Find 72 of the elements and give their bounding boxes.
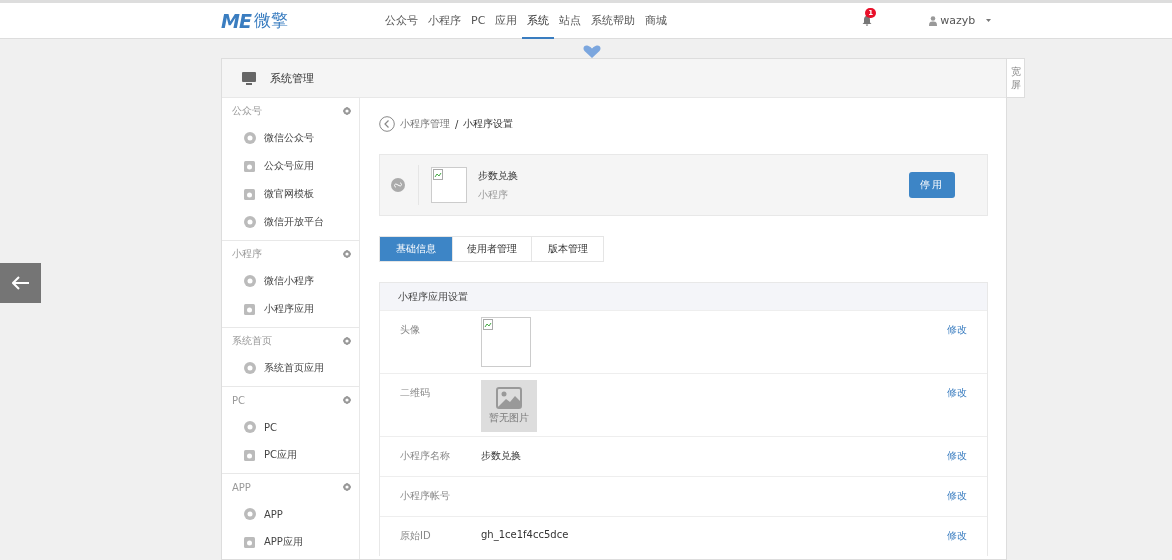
broken-image-icon: [483, 319, 493, 330]
circle-app-icon: [244, 132, 256, 144]
breadcrumb-separator: /: [455, 118, 459, 130]
sidebar-group-title: 公众号: [232, 104, 262, 118]
nav-tab[interactable]: 系统帮助: [586, 3, 641, 39]
field-label: 原始ID: [400, 529, 432, 543]
edit-link[interactable]: 修改: [947, 529, 967, 543]
sidebar-item[interactable]: 系统首页应用: [222, 354, 359, 382]
sidebar-item[interactable]: 微官网模板: [222, 180, 359, 208]
sidebar-group-title: APP: [232, 481, 251, 493]
sidebar-item[interactable]: 微信小程序: [222, 267, 359, 295]
field-label: 小程序名称: [400, 449, 451, 463]
app-name: 步数兑换: [478, 168, 519, 183]
placeholder-text: 暂无图片: [489, 411, 529, 425]
edit-link[interactable]: 修改: [947, 323, 967, 337]
nav-tab[interactable]: 系统: [522, 3, 555, 39]
field-value: 步数兑换: [481, 450, 521, 461]
disable-button[interactable]: 停用: [909, 172, 955, 198]
field-label: 头像: [400, 323, 421, 337]
settings-icon[interactable]: [343, 396, 351, 404]
settings-icon[interactable]: [343, 250, 351, 258]
settings-title: 小程序应用设置: [398, 289, 468, 304]
picture-icon: [496, 387, 522, 409]
sidebar-group-title: 系统首页: [232, 334, 272, 348]
circle-app-icon: [244, 362, 256, 374]
sidebar-group-title: 小程序: [232, 247, 262, 261]
sidebar-item[interactable]: 公众号应用: [222, 152, 359, 180]
nav-tab[interactable]: PC: [466, 3, 491, 39]
wide-screen-button[interactable]: 宽屏: [1007, 58, 1025, 98]
back-circle-icon[interactable]: [379, 116, 395, 132]
logo-mark: ME: [221, 9, 251, 32]
sidebar-item[interactable]: PC应用: [222, 441, 359, 469]
field-value: gh_1ce1f4cc5dce: [481, 529, 569, 540]
sidebar-item[interactable]: 微信开放平台: [222, 208, 359, 236]
edit-link[interactable]: 修改: [947, 386, 967, 400]
field-label: 二维码: [400, 386, 431, 400]
user-icon: [929, 15, 938, 26]
sidebar-item[interactable]: APP: [222, 500, 359, 528]
settings-icon[interactable]: [343, 107, 351, 115]
logo-text: 微擎: [253, 9, 288, 32]
edit-link[interactable]: 修改: [947, 449, 967, 463]
user-menu[interactable]: wazyb: [929, 3, 992, 38]
sidebar-item[interactable]: PC: [222, 413, 359, 441]
nav-tab[interactable]: 应用: [490, 3, 523, 39]
circle-app-icon: [244, 216, 256, 228]
user-name: wazyb: [940, 14, 976, 27]
settings-icon[interactable]: [343, 337, 351, 345]
nav-tab[interactable]: 小程序: [423, 3, 466, 39]
miniprogram-icon: [391, 178, 405, 192]
breadcrumb-current: 小程序设置: [463, 117, 514, 131]
left-arrow-icon: [11, 276, 30, 290]
nav-tab[interactable]: 公众号: [380, 3, 423, 39]
settings-icon[interactable]: [343, 483, 351, 491]
nav-tab[interactable]: 商城: [640, 3, 673, 39]
edit-link[interactable]: 修改: [947, 489, 967, 503]
caret-icon: [986, 19, 992, 22]
sidebar-group-title: PC: [232, 394, 245, 406]
circle-app-icon: [244, 275, 256, 287]
circle-app-icon: [244, 508, 256, 520]
breadcrumb-link[interactable]: 小程序管理: [400, 117, 450, 131]
app-type: 小程序: [478, 187, 509, 202]
sidebar-item[interactable]: 微信公众号: [222, 124, 359, 152]
back-arrow-button[interactable]: [0, 263, 41, 303]
circle-app-icon: [244, 421, 256, 433]
sidebar-item[interactable]: 小程序应用: [222, 295, 359, 323]
nav-tab[interactable]: 站点: [554, 3, 587, 39]
sidebar-item[interactable]: APP应用: [222, 528, 359, 556]
heart-icon: [583, 45, 601, 59]
monitor-icon: [242, 71, 256, 85]
field-label: 小程序帐号: [400, 489, 451, 503]
panel-title: 系统管理: [270, 70, 314, 86]
tab[interactable]: 基础信息: [380, 237, 452, 261]
